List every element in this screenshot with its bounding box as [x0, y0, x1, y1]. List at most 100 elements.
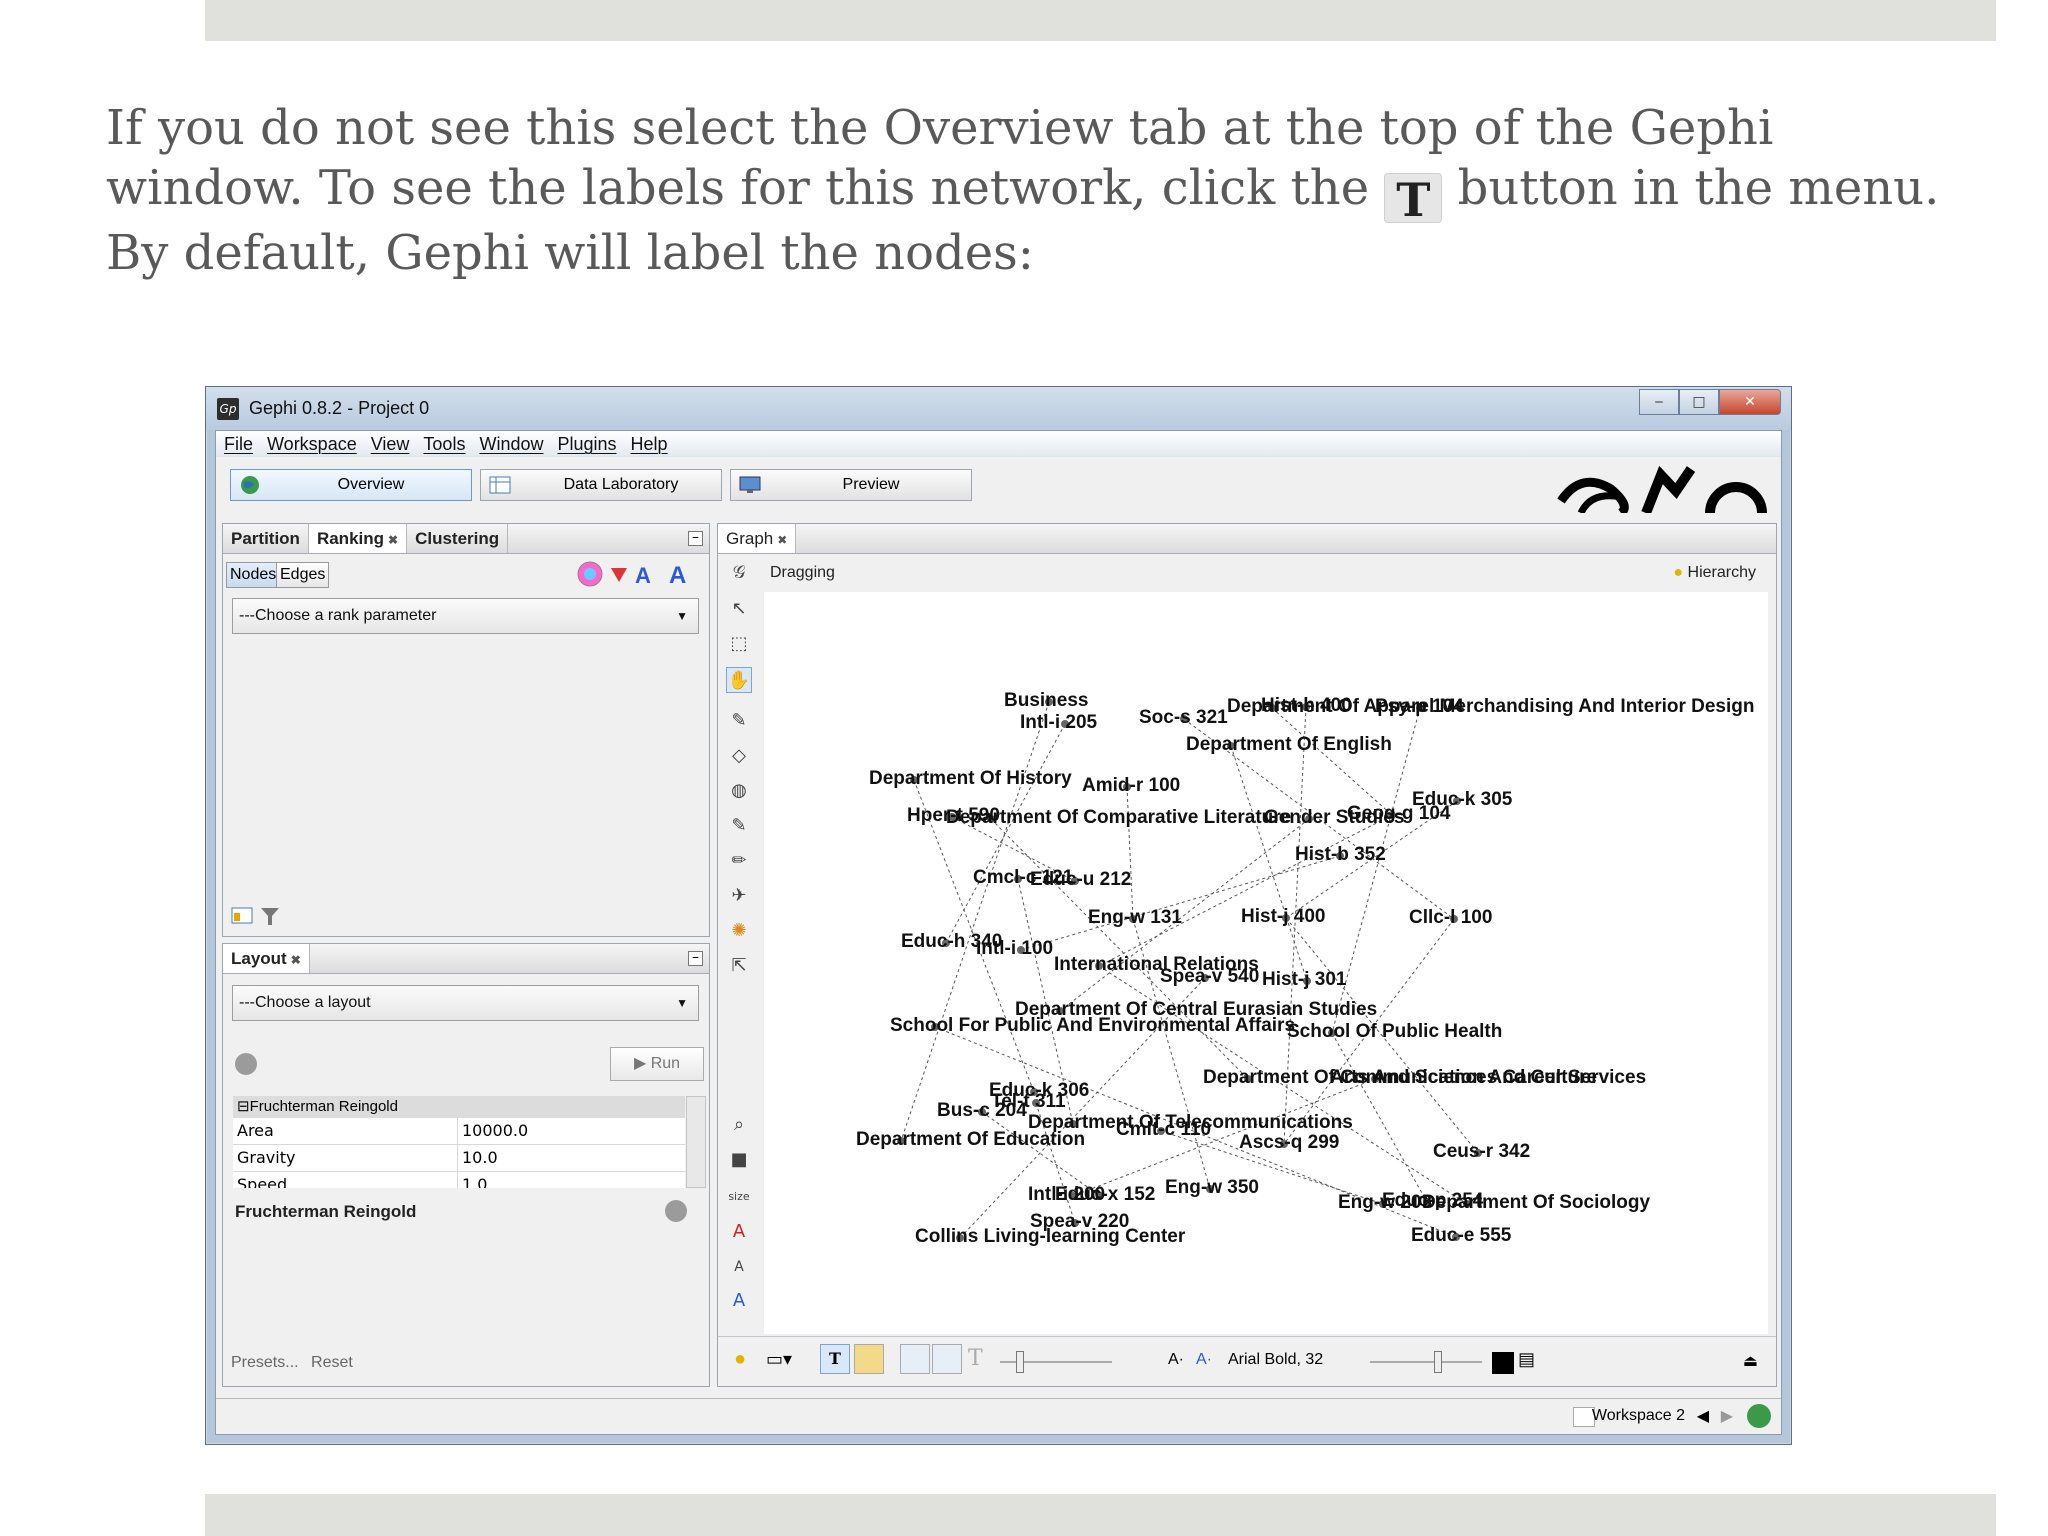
- node-label[interactable]: Department Of Sociology: [1422, 1192, 1650, 1214]
- edge-labels-icon[interactable]: T: [968, 1346, 983, 1371]
- maximize-button[interactable]: □: [1679, 389, 1719, 415]
- node-label[interactable]: Department Of Education: [856, 1129, 1085, 1151]
- reset-link[interactable]: Reset: [311, 1354, 353, 1371]
- node-label[interactable]: Department Of English: [1186, 734, 1392, 756]
- nodes-toggle[interactable]: Nodes: [226, 562, 281, 588]
- label-color-tool-icon[interactable]: A: [726, 1219, 752, 1245]
- node-label[interactable]: Cmlt-c 110: [1116, 1119, 1211, 1141]
- bulb-toggle-icon[interactable]: ●: [734, 1348, 746, 1371]
- tab-partition[interactable]: Partition: [223, 524, 309, 553]
- close-tab-icon[interactable]: ✖: [388, 533, 398, 547]
- tab-clustering[interactable]: Clustering: [407, 524, 509, 553]
- perspective-overview-button[interactable]: Overview: [230, 469, 472, 501]
- rectangle-select-icon[interactable]: ⬚: [726, 631, 752, 657]
- hierarchy-toggle[interactable]: ● Hierarchy: [1673, 558, 1756, 588]
- edge-size-slider-thumb[interactable]: [1016, 1351, 1024, 1373]
- node-label[interactable]: Business: [1004, 690, 1088, 712]
- pointer-icon[interactable]: ↖: [726, 596, 752, 622]
- expand-toolbar-icon[interactable]: ⏏: [1743, 1351, 1758, 1371]
- label-color-swatch[interactable]: [1492, 1352, 1514, 1374]
- background-color-icon[interactable]: ■: [726, 1147, 752, 1173]
- zoom-icon[interactable]: ⌕: [726, 1112, 752, 1138]
- drag-hand-icon[interactable]: ✋: [726, 667, 752, 693]
- node-label[interactable]: Amid-r 100: [1082, 775, 1180, 797]
- menu-workspace[interactable]: Workspace: [267, 431, 357, 457]
- size-diamond-icon[interactable]: [611, 568, 627, 582]
- node-label[interactable]: Department Of Comparative Literature: [946, 807, 1291, 829]
- property-value[interactable]: 10.0: [458, 1145, 498, 1171]
- node-label[interactable]: Educ-e 555: [1411, 1225, 1511, 1247]
- menu-file[interactable]: File: [224, 431, 253, 457]
- screenshot-icon[interactable]: ▭▾: [766, 1349, 792, 1370]
- menu-window[interactable]: Window: [479, 431, 543, 457]
- show-edges-icon[interactable]: [900, 1344, 930, 1374]
- presets-link[interactable]: Presets...: [231, 1354, 299, 1371]
- show-labels-toggle[interactable]: T: [820, 1344, 850, 1374]
- property-value[interactable]: 1.0: [458, 1172, 487, 1188]
- rank-parameter-select[interactable]: ---Choose a rank parameter ▼: [232, 598, 699, 634]
- node-label[interactable]: Educ-u 212: [1030, 869, 1131, 891]
- property-row-area[interactable]: Area 10000.0: [233, 1118, 685, 1145]
- node-label[interactable]: Hist-b 352: [1295, 844, 1386, 866]
- ranking-table-icon[interactable]: [231, 907, 253, 924]
- attributes-icon[interactable]: ▤: [1518, 1349, 1535, 1370]
- menu-view[interactable]: View: [371, 431, 410, 457]
- hide-non-selected-icon[interactable]: [854, 1344, 884, 1374]
- node-label[interactable]: Hist-h 400: [1261, 695, 1352, 717]
- minimize-layout-panel-button[interactable]: ‒: [688, 951, 703, 966]
- brush-icon[interactable]: ✎: [726, 813, 752, 839]
- node-label[interactable]: Psy-p 104: [1375, 696, 1464, 718]
- close-layout-tab-icon[interactable]: ✖: [291, 953, 301, 967]
- node-label[interactable]: Cllc-l 100: [1409, 907, 1492, 929]
- run-button[interactable]: ▶ Run: [610, 1047, 704, 1081]
- node-label[interactable]: Eng-w 131: [1088, 907, 1182, 929]
- label-size-slider-thumb[interactable]: [1434, 1351, 1442, 1373]
- sizer-diamond-icon[interactable]: ◇: [726, 743, 752, 769]
- node-label[interactable]: Geog-g 104: [1347, 803, 1450, 825]
- layout-select[interactable]: ---Choose a layout ▼: [232, 985, 699, 1021]
- palette-icon[interactable]: ◍: [726, 778, 752, 804]
- font-color-icon[interactable]: A·: [1196, 1351, 1212, 1369]
- edge-size-slider[interactable]: [1000, 1351, 1112, 1373]
- node-label[interactable]: Department Of Central Eurasian Studies: [1015, 999, 1377, 1021]
- layout-info-icon[interactable]: [235, 1053, 257, 1075]
- font-name-label[interactable]: Arial Bold, 32: [1228, 1351, 1323, 1369]
- tab-layout[interactable]: Layout ✖: [223, 944, 310, 973]
- shortest-path-icon[interactable]: ✈: [726, 883, 752, 909]
- label-size-tool-icon[interactable]: A: [726, 1254, 752, 1280]
- minimize-panel-button[interactable]: ‒: [688, 531, 703, 546]
- update-globe-icon[interactable]: [1747, 1404, 1771, 1428]
- node-label[interactable]: Spea-v 540: [1160, 966, 1259, 988]
- layout-help-icon[interactable]: [665, 1200, 687, 1222]
- label-size-slider[interactable]: [1370, 1351, 1482, 1373]
- label-color-icon[interactable]: A: [635, 563, 651, 588]
- label-size-icon[interactable]: A: [669, 562, 686, 588]
- node-label[interactable]: Soc-s 321: [1139, 707, 1228, 729]
- minimize-button[interactable]: ‒: [1639, 389, 1679, 415]
- node-label[interactable]: Hist-j 301: [1262, 969, 1346, 991]
- node-label[interactable]: Arts And Sciences Career Services: [1330, 1067, 1646, 1089]
- node-label[interactable]: Intl-i 205: [1020, 712, 1097, 734]
- collapse-icon[interactable]: ⊟: [237, 1098, 250, 1115]
- edges-toggle[interactable]: Edges: [276, 562, 330, 588]
- perspective-data-laboratory-button[interactable]: Data Laboratory: [480, 469, 722, 501]
- node-label[interactable]: School Of Public Health: [1287, 1021, 1502, 1043]
- label-font-tool-icon[interactable]: A: [726, 1288, 752, 1314]
- menu-tools[interactable]: Tools: [423, 431, 465, 457]
- pencil-icon[interactable]: ✏: [726, 848, 752, 874]
- graph-canvas[interactable]: Business Intl-i 205 Soc-s 321 Department Of…: [764, 592, 1768, 1334]
- node-label[interactable]: Ascs-q 299: [1239, 1132, 1339, 1154]
- painter-icon[interactable]: ✎: [726, 708, 752, 734]
- property-row-speed[interactable]: Speed 1.0: [233, 1172, 685, 1188]
- node-label[interactable]: Intl-i 100: [976, 938, 1053, 960]
- next-workspace-icon[interactable]: ▶: [1721, 1406, 1733, 1426]
- tab-graph[interactable]: Graph ✖: [718, 524, 797, 553]
- previous-workspace-icon[interactable]: ◀: [1697, 1406, 1709, 1426]
- property-value[interactable]: 10000.0: [458, 1118, 528, 1144]
- menu-help[interactable]: Help: [631, 431, 668, 457]
- edge-color-icon[interactable]: [932, 1344, 962, 1374]
- title-bar[interactable]: Gp Gephi 0.8.2 - Project 0 ‒ □ ✕: [206, 387, 1791, 430]
- menu-plugins[interactable]: Plugins: [557, 431, 616, 457]
- close-button[interactable]: ✕: [1719, 389, 1781, 415]
- node-label[interactable]: Educ-x 152: [1055, 1184, 1155, 1206]
